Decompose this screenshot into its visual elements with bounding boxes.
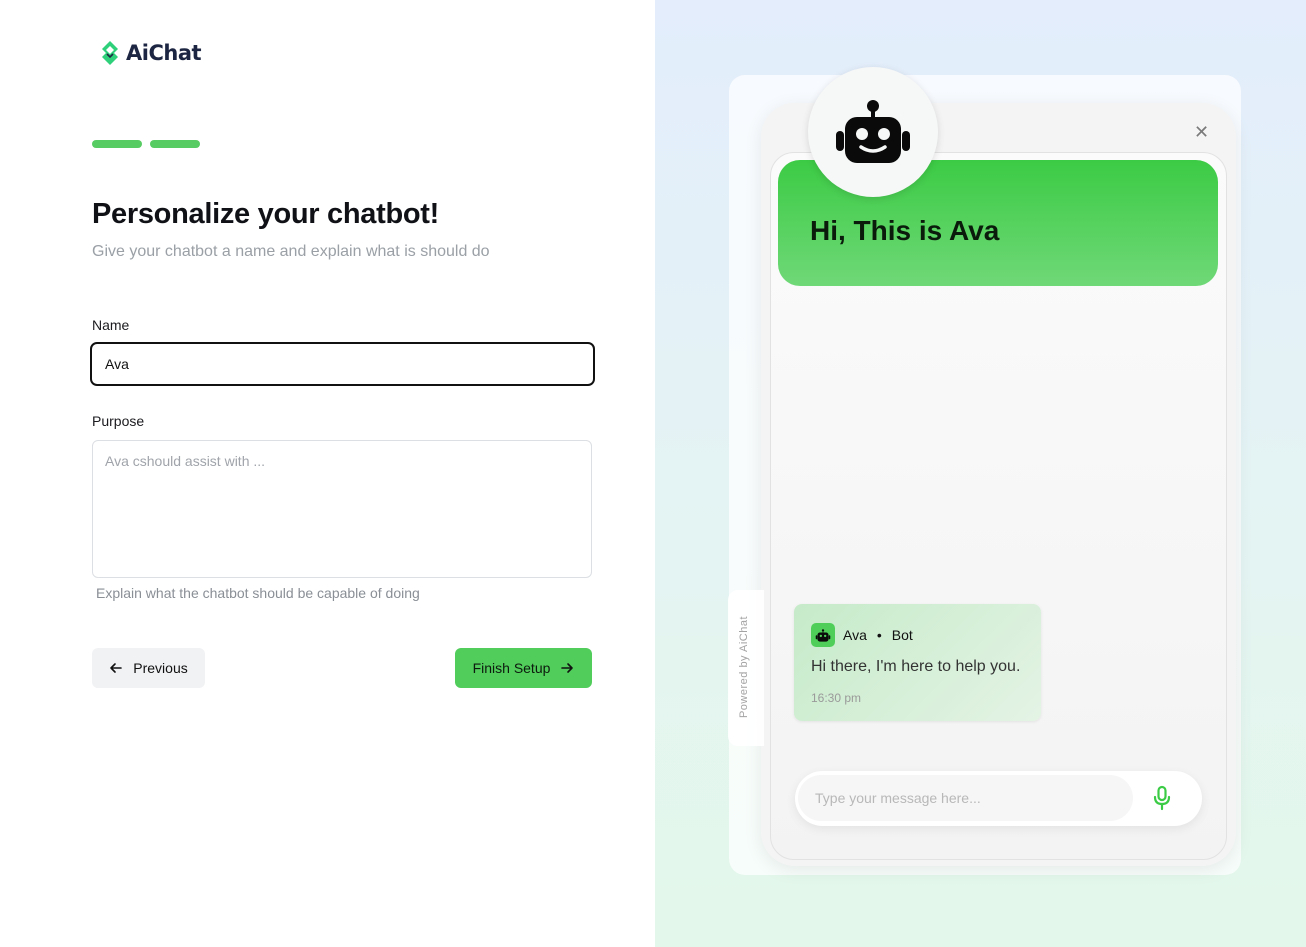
purpose-textarea[interactable] [92,440,592,578]
separator-dot: • [876,627,882,643]
powered-by-text: Powered by AiChat [738,615,750,719]
finish-setup-button[interactable]: Finish Setup [455,648,592,688]
message-composer [795,771,1202,826]
arrow-right-icon [561,663,574,673]
bot-mini-avatar [811,623,835,647]
setup-panel: AiChat Personalize your chatbot! Give yo… [0,0,655,947]
message-timestamp: 16:30 pm [811,691,862,705]
step-indicator-1 [92,140,142,148]
chatbot-preview-panel: ✕ Hi, This is Ava Powered by AiChat Ava … [655,0,1306,947]
brand-name: AiChat [126,41,202,65]
step-progress [92,140,200,148]
brand-logo: AiChat [98,40,202,66]
message-sender-name: Ava [843,627,867,643]
step-indicator-2 [150,140,200,148]
arrow-left-icon [110,663,123,673]
close-icon[interactable]: ✕ [1194,122,1209,143]
message-input[interactable] [798,775,1133,821]
robot-icon [815,628,831,642]
bot-message-bubble: Ava • Bot Hi there, I'm here to help you… [794,604,1041,721]
name-input[interactable] [90,342,595,386]
greeting-title: Hi, This is Ava [810,215,1000,246]
message-text: Hi there, I'm here to help you. [811,658,1021,675]
aichat-logo-icon [102,41,118,65]
purpose-helper-text: Explain what the chatbot should be capab… [96,585,420,601]
purpose-label: Purpose [92,413,145,429]
message-header: Ava • Bot [811,623,913,647]
previous-button-label: Previous [133,660,188,676]
robot-icon [836,100,910,163]
microphone-icon[interactable] [1152,785,1172,811]
page-title: Personalize your chatbot! [92,198,440,230]
name-label: Name [92,317,130,333]
message-sender-role: Bot [891,627,913,643]
page-subtitle: Give your chatbot a name and explain wha… [92,243,490,260]
finish-setup-button-label: Finish Setup [472,660,551,676]
previous-button[interactable]: Previous [92,648,205,688]
bot-avatar [808,67,938,197]
